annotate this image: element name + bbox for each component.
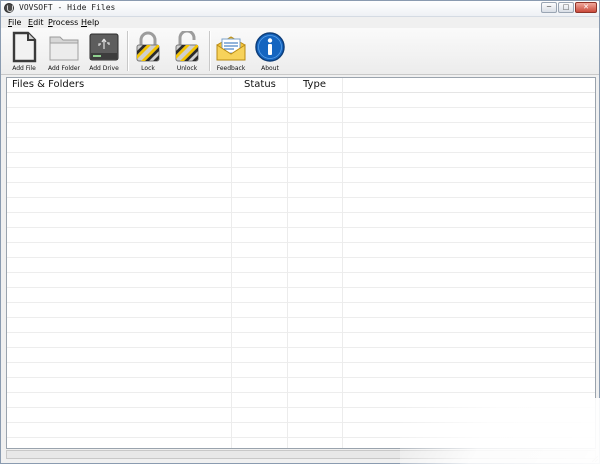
minimize-button[interactable]: ─: [541, 2, 557, 13]
lock-button[interactable]: Lock: [130, 29, 166, 73]
add-drive-button[interactable]: Add Drive: [85, 29, 123, 73]
menu-process[interactable]: Process: [48, 18, 78, 27]
main-window: VOVSOFT - Hide Files ─ □ ✕ File Edit Pro…: [0, 0, 600, 464]
caption-buttons: ─ □ ✕: [541, 2, 597, 13]
add-drive-label: Add Drive: [89, 65, 119, 72]
close-button[interactable]: ✕: [575, 2, 597, 13]
unlock-button[interactable]: Unlock: [169, 29, 205, 73]
padlock-open-icon: [175, 31, 199, 62]
lock-label: Lock: [141, 65, 155, 72]
column-divider[interactable]: [342, 78, 343, 448]
menu-file[interactable]: File: [8, 18, 21, 27]
usb-drive-icon: [89, 33, 119, 61]
watermark-fade: [400, 398, 600, 464]
folder-icon: [49, 36, 79, 61]
app-icon[interactable]: [4, 3, 14, 13]
toolbar: Add File Add Folder Add Drive Lock Unloc…: [1, 28, 599, 75]
unlock-label: Unlock: [176, 65, 198, 72]
info-icon: [255, 32, 285, 62]
padlock-closed-icon: [136, 31, 160, 62]
column-divider[interactable]: [287, 78, 288, 448]
document-icon: [12, 31, 37, 63]
feedback-button[interactable]: Feedback: [212, 29, 250, 73]
list-rows[interactable]: [7, 93, 595, 448]
menu-help-label: elp: [87, 18, 100, 27]
envelope-icon: [216, 36, 246, 61]
add-folder-label: Add Folder: [47, 65, 81, 72]
toolbar-separator: [209, 31, 211, 71]
window-title: VOVSOFT - Hide Files: [19, 3, 116, 12]
menu-edit-label: dit: [33, 18, 44, 27]
title-bar[interactable]: VOVSOFT - Hide Files ─ □ ✕: [1, 1, 599, 17]
menu-edit[interactable]: Edit: [28, 18, 44, 27]
column-divider[interactable]: [231, 78, 232, 448]
menu-bar: File Edit Process Help: [1, 17, 599, 28]
list-header: Files & Folders Status Type: [7, 78, 595, 93]
column-header-status[interactable]: Status: [244, 79, 276, 90]
add-folder-button[interactable]: Add Folder: [45, 29, 83, 73]
menu-help[interactable]: Help: [81, 18, 99, 27]
feedback-label: Feedback: [216, 65, 246, 72]
about-label: About: [261, 65, 279, 72]
add-file-button[interactable]: Add File: [5, 29, 43, 73]
files-list[interactable]: Files & Folders Status Type: [6, 77, 596, 449]
column-header-type[interactable]: Type: [303, 79, 326, 90]
add-file-label: Add File: [12, 65, 36, 72]
menu-process-label: rocess: [52, 18, 79, 27]
column-header-files-folders[interactable]: Files & Folders: [12, 79, 84, 90]
toolbar-separator: [127, 31, 129, 71]
maximize-button[interactable]: □: [558, 2, 574, 13]
menu-file-label: ile: [12, 18, 22, 27]
about-button[interactable]: About: [252, 29, 288, 73]
